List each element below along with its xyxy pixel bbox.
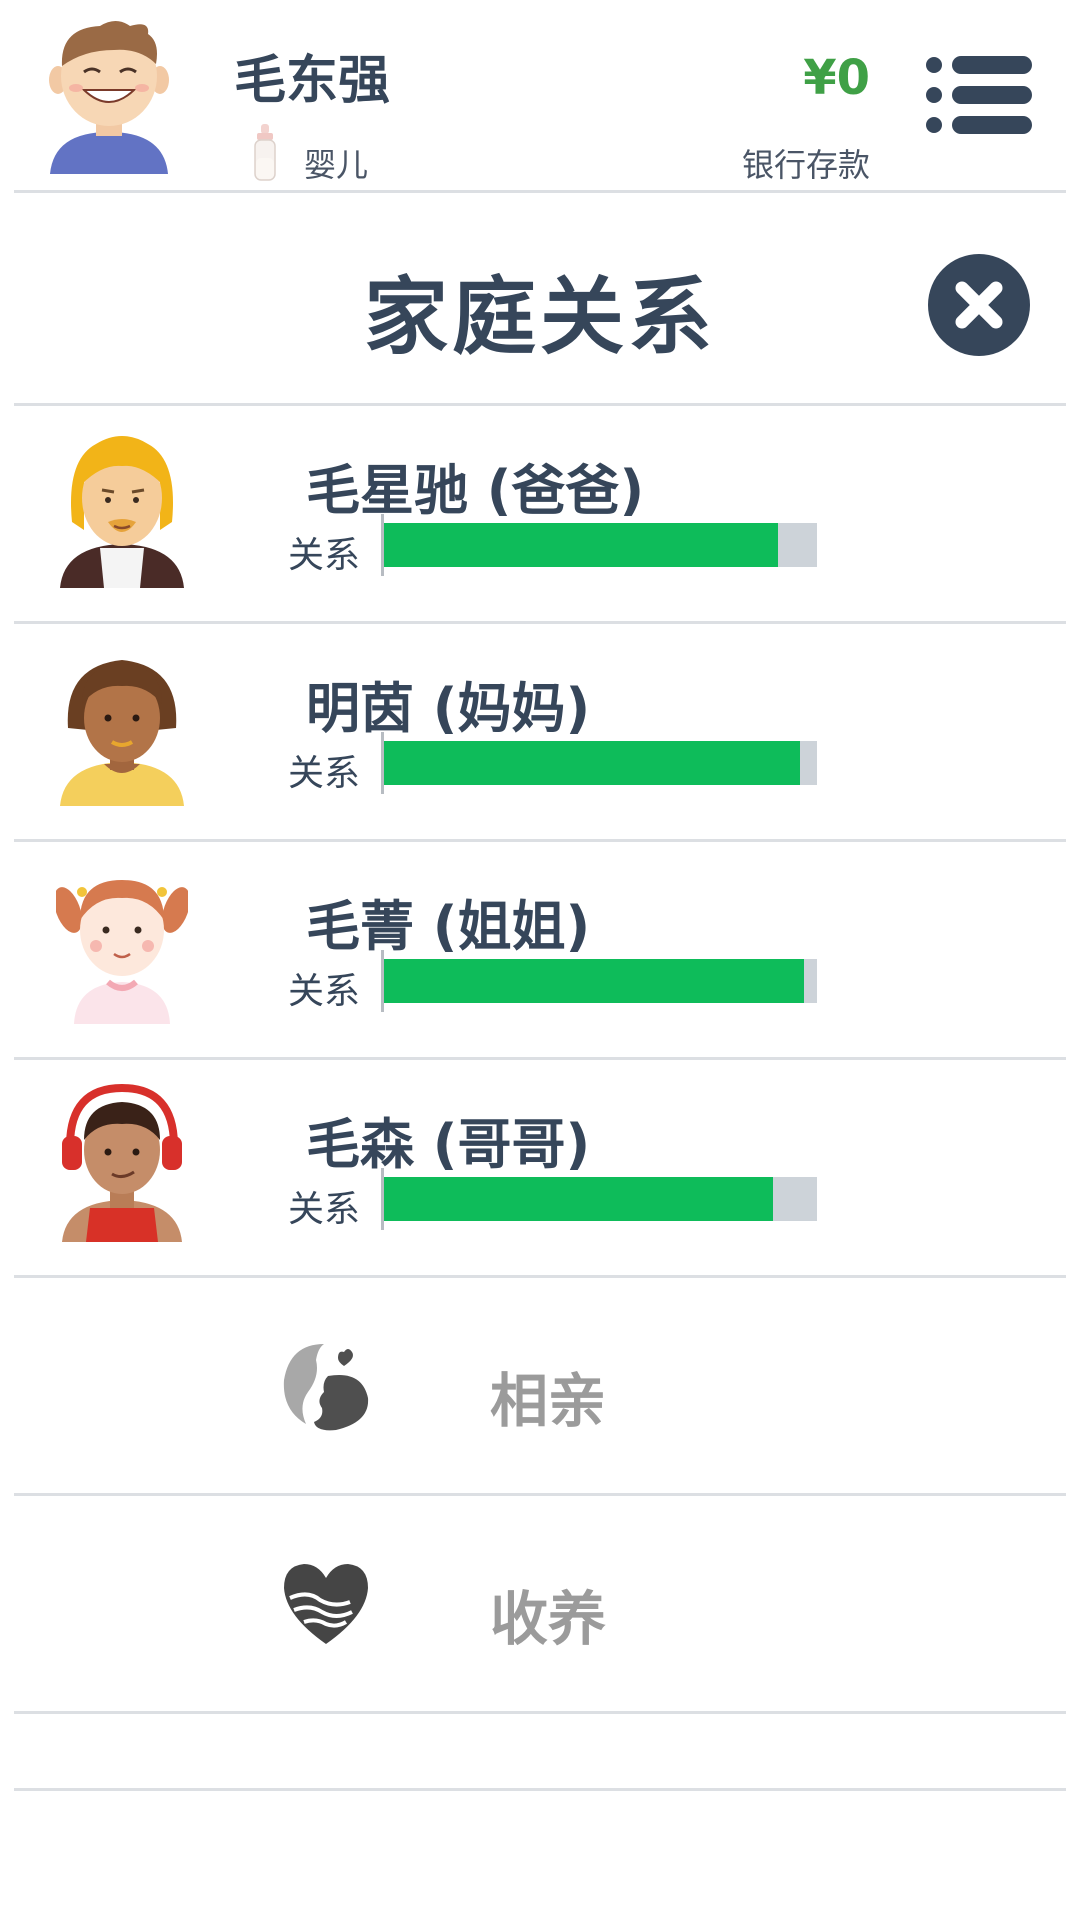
family-member-name: 毛星驰 (爸爸) (306, 459, 645, 522)
player-name: 毛东强 (234, 51, 391, 111)
relationship-bar-start (381, 732, 384, 794)
matchmaking-button[interactable]: 相亲 (0, 1278, 1080, 1492)
relationship-bar (381, 741, 817, 785)
adoption-button[interactable]: 收养 (0, 1496, 1080, 1710)
money-amount: ¥0 (803, 50, 870, 106)
bank-savings-label: 银行存款 (741, 146, 870, 184)
relationship-label: 关系 (288, 535, 361, 576)
relationship-bar (381, 959, 817, 1003)
relationship-bar-fill (381, 741, 800, 785)
divider (14, 1711, 1066, 1714)
family-member-name: 毛菁 (姐姐) (306, 895, 591, 958)
relationship-bar-fill (381, 1177, 774, 1221)
family-member-mother[interactable]: 明茵 (妈妈) 关系 (0, 624, 1080, 838)
family-relations-screen: 毛东强 婴儿 ¥0 银行存款 家庭关系 毛星驰 (爸爸) 关系 明茵 (妈妈) … (0, 0, 1080, 1920)
relationship-label: 关系 (288, 971, 361, 1012)
brother-avatar (62, 1084, 182, 1242)
relationship-bar-start (381, 950, 384, 1012)
mother-avatar (60, 660, 184, 806)
matchmaking-icon (283, 1344, 369, 1431)
close-icon (955, 281, 1003, 329)
family-member-father[interactable]: 毛星驰 (爸爸) 关系 (0, 406, 1080, 620)
status-header: 毛东强 婴儿 ¥0 银行存款 (0, 0, 1080, 192)
relationship-label: 关系 (288, 753, 361, 794)
adoption-heart-icon (284, 1564, 368, 1644)
father-avatar (60, 436, 184, 588)
baby-bottle-icon (254, 124, 276, 181)
divider (14, 190, 1066, 193)
player-avatar[interactable] (44, 14, 174, 178)
relationship-bar (381, 1177, 817, 1221)
relationship-label: 关系 (288, 1189, 361, 1230)
matchmaking-label: 相亲 (490, 1367, 607, 1435)
family-member-sister[interactable]: 毛菁 (姐姐) 关系 (0, 842, 1080, 1056)
relationship-bar-fill (381, 959, 804, 1003)
relationship-bar-start (381, 514, 384, 576)
family-member-name: 毛森 (哥哥) (306, 1113, 591, 1176)
family-member-name: 明茵 (妈妈) (306, 677, 591, 740)
family-member-brother[interactable]: 毛森 (哥哥) 关系 (0, 1060, 1080, 1274)
close-button[interactable] (928, 254, 1030, 356)
relationship-bar-fill (381, 523, 778, 567)
relationship-bar-start (381, 1168, 384, 1230)
divider (14, 1788, 1066, 1791)
life-stage-label: 婴儿 (304, 146, 369, 184)
sister-avatar (56, 880, 188, 1024)
page-title: 家庭关系 (363, 268, 716, 366)
menu-icon[interactable] (926, 54, 1032, 136)
adoption-label: 收养 (490, 1585, 607, 1653)
relationship-bar (381, 523, 817, 567)
